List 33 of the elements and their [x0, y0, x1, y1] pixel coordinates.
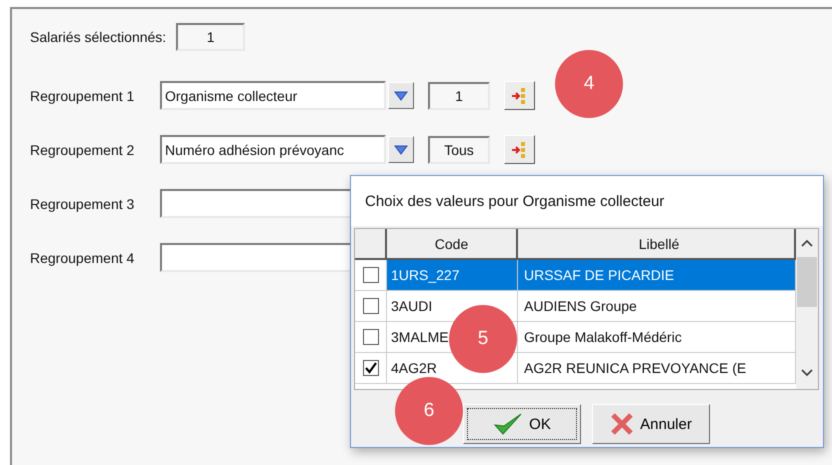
- scroll-thumb[interactable]: [797, 257, 817, 307]
- caret-icon: [394, 90, 408, 100]
- cancel-button[interactable]: Annuler: [592, 404, 710, 444]
- column-header[interactable]: Code: [387, 229, 518, 258]
- values-button[interactable]: [504, 135, 535, 164]
- value-count-field: Tous: [428, 136, 490, 164]
- selected-count-field: 1: [176, 22, 246, 50]
- dropdown-button[interactable]: [388, 136, 414, 163]
- dropdown-button[interactable]: [388, 82, 414, 109]
- grouping-label: Regroupement 1: [30, 88, 136, 104]
- dialog-title: Choix des valeurs pour Organisme collecteur: [351, 176, 823, 226]
- field-label: Salariés sélectionnés:: [30, 28, 166, 44]
- grouping-combo[interactable]: Organisme collecteur: [160, 81, 386, 110]
- checkbox[interactable]: [362, 298, 378, 314]
- grouping-label: Regroupement 4: [30, 250, 136, 266]
- scroll-up-icon[interactable]: [801, 239, 813, 247]
- values-button[interactable]: [504, 81, 535, 110]
- cross-icon: [610, 412, 634, 436]
- code-cell: 1URS_227: [387, 260, 518, 290]
- grouping-label: Regroupement 3: [30, 196, 136, 212]
- table-row[interactable]: 1URS_227 URSSAF DE PICARDIE: [355, 260, 796, 291]
- scrollbar[interactable]: [796, 229, 818, 389]
- checkmark-icon: [493, 412, 524, 436]
- checkbox[interactable]: [362, 267, 378, 283]
- caret-icon: [394, 144, 408, 154]
- checkbox[interactable]: [362, 329, 378, 345]
- scroll-down-icon[interactable]: [801, 369, 813, 377]
- grouping-label: Regroupement 2: [30, 142, 136, 158]
- ok-button[interactable]: OK: [463, 404, 581, 444]
- checkbox[interactable]: [362, 360, 378, 376]
- value-count-field: 1: [428, 82, 490, 110]
- grouping-combo[interactable]: Numéro adhésion prévoyanc: [160, 135, 386, 164]
- label-cell: URSSAF DE PICARDIE: [518, 260, 796, 290]
